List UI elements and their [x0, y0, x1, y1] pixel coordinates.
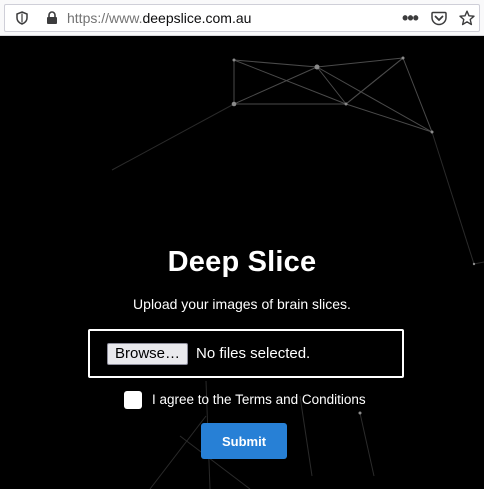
browse-button[interactable]: Browse… [107, 343, 189, 365]
terms-label[interactable]: I agree to the Terms and Conditions [152, 392, 366, 407]
page-content: Deep Slice Upload your images of brain s… [0, 36, 484, 489]
lock-icon[interactable] [45, 5, 59, 31]
page-title: Deep Slice [167, 246, 317, 278]
url-domain: deepslice.com.au [142, 10, 252, 26]
terms-checkbox[interactable] [124, 391, 142, 409]
url-bar[interactable]: https://www.deepslice.com.au ••• [4, 4, 480, 32]
bookmark-star-icon[interactable] [457, 5, 477, 31]
url-protocol: https://www. [67, 10, 143, 26]
file-status-text: No files selected. [196, 345, 311, 362]
shield-icon[interactable] [15, 5, 29, 31]
pocket-icon[interactable] [429, 5, 449, 31]
file-upload-field[interactable]: Browse… No files selected. [88, 329, 404, 378]
browser-toolbar: https://www.deepslice.com.au ••• [0, 0, 484, 36]
page-actions-menu-icon[interactable]: ••• [399, 5, 421, 31]
submit-button[interactable]: Submit [201, 423, 287, 459]
page-subtitle: Upload your images of brain slices. [133, 296, 351, 312]
url-text[interactable]: https://www.deepslice.com.au [67, 5, 251, 31]
